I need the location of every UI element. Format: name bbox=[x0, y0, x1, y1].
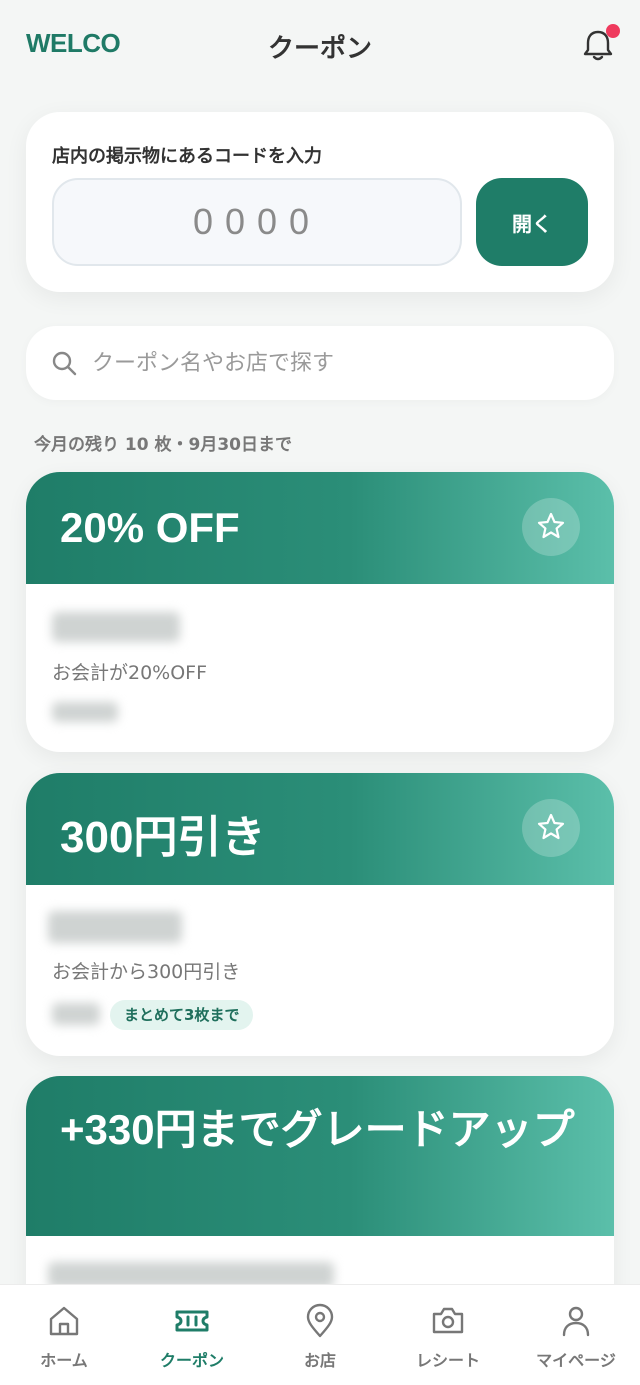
favorite-button[interactable] bbox=[522, 498, 580, 556]
page-title: クーポン bbox=[267, 34, 372, 64]
code-entry-label: 店内の掲示物にあるコードを入力 bbox=[52, 146, 322, 167]
star-icon bbox=[537, 512, 565, 539]
nav-label: クーポン bbox=[159, 1351, 224, 1370]
coupon-title: 300円引き bbox=[60, 813, 266, 862]
ticket-icon bbox=[175, 1310, 209, 1332]
store-name-redacted bbox=[52, 612, 180, 642]
map-pin-icon bbox=[306, 1303, 334, 1338]
nav-home[interactable]: ホーム bbox=[0, 1285, 128, 1385]
nav-receipt[interactable]: レシート bbox=[384, 1285, 512, 1385]
star-icon bbox=[537, 813, 565, 840]
nav-label: ホーム bbox=[40, 1351, 88, 1370]
search-bar[interactable] bbox=[26, 326, 614, 400]
app-header: WELCO クーポン bbox=[0, 0, 640, 90]
coupon-header: 20% OFF bbox=[26, 472, 614, 584]
home-icon bbox=[49, 1306, 79, 1336]
code-input[interactable] bbox=[52, 178, 462, 266]
coupon-meta-redacted bbox=[52, 1003, 100, 1025]
notification-badge bbox=[606, 24, 620, 38]
favorite-button[interactable] bbox=[522, 799, 580, 857]
nav-label: レシート bbox=[415, 1351, 480, 1370]
coupon-header: +330円までグレードアップ bbox=[26, 1076, 614, 1236]
nav-label: マイページ bbox=[536, 1351, 616, 1370]
coupon-description: お会計が20%OFF bbox=[52, 662, 208, 684]
coupon-card[interactable]: 300円引き お会計から300円引き まとめて3枚まで bbox=[26, 773, 614, 1056]
coupon-title: 20% OFF bbox=[60, 504, 240, 551]
nav-coupon[interactable]: クーポン bbox=[128, 1285, 256, 1385]
coupon-title: +330円までグレードアップ bbox=[60, 1106, 575, 1153]
coupon-header: 300円引き bbox=[26, 773, 614, 885]
coupon-limit-tag: まとめて3枚まで bbox=[110, 1000, 254, 1030]
store-name-redacted bbox=[48, 911, 182, 943]
camera-icon bbox=[432, 1307, 464, 1334]
coupon-card[interactable]: 20% OFF お会計が20%OFF bbox=[26, 472, 614, 752]
code-entry-card: 店内の掲示物にあるコードを入力 開く bbox=[26, 112, 614, 292]
nav-store[interactable]: お店 bbox=[256, 1285, 384, 1385]
coupon-description: お会計から300円引き bbox=[52, 961, 241, 983]
search-input[interactable] bbox=[92, 344, 592, 382]
open-code-button[interactable]: 開く bbox=[476, 178, 588, 266]
coupon-page: WELCO クーポン 店内の掲示物にあるコードを入力 開く 今月の残り 10 枚… bbox=[0, 0, 640, 1385]
coupon-meta-redacted bbox=[52, 702, 118, 722]
remaining-coupons-text: 今月の残り 10 枚・9月30日まで bbox=[34, 435, 292, 455]
nav-label: お店 bbox=[303, 1351, 336, 1370]
user-icon bbox=[562, 1306, 590, 1337]
nav-mypage[interactable]: マイページ bbox=[512, 1285, 640, 1385]
search-icon bbox=[52, 351, 77, 376]
bottom-navigation: ホーム クーポン お店 レシート マイページ bbox=[0, 1284, 640, 1385]
